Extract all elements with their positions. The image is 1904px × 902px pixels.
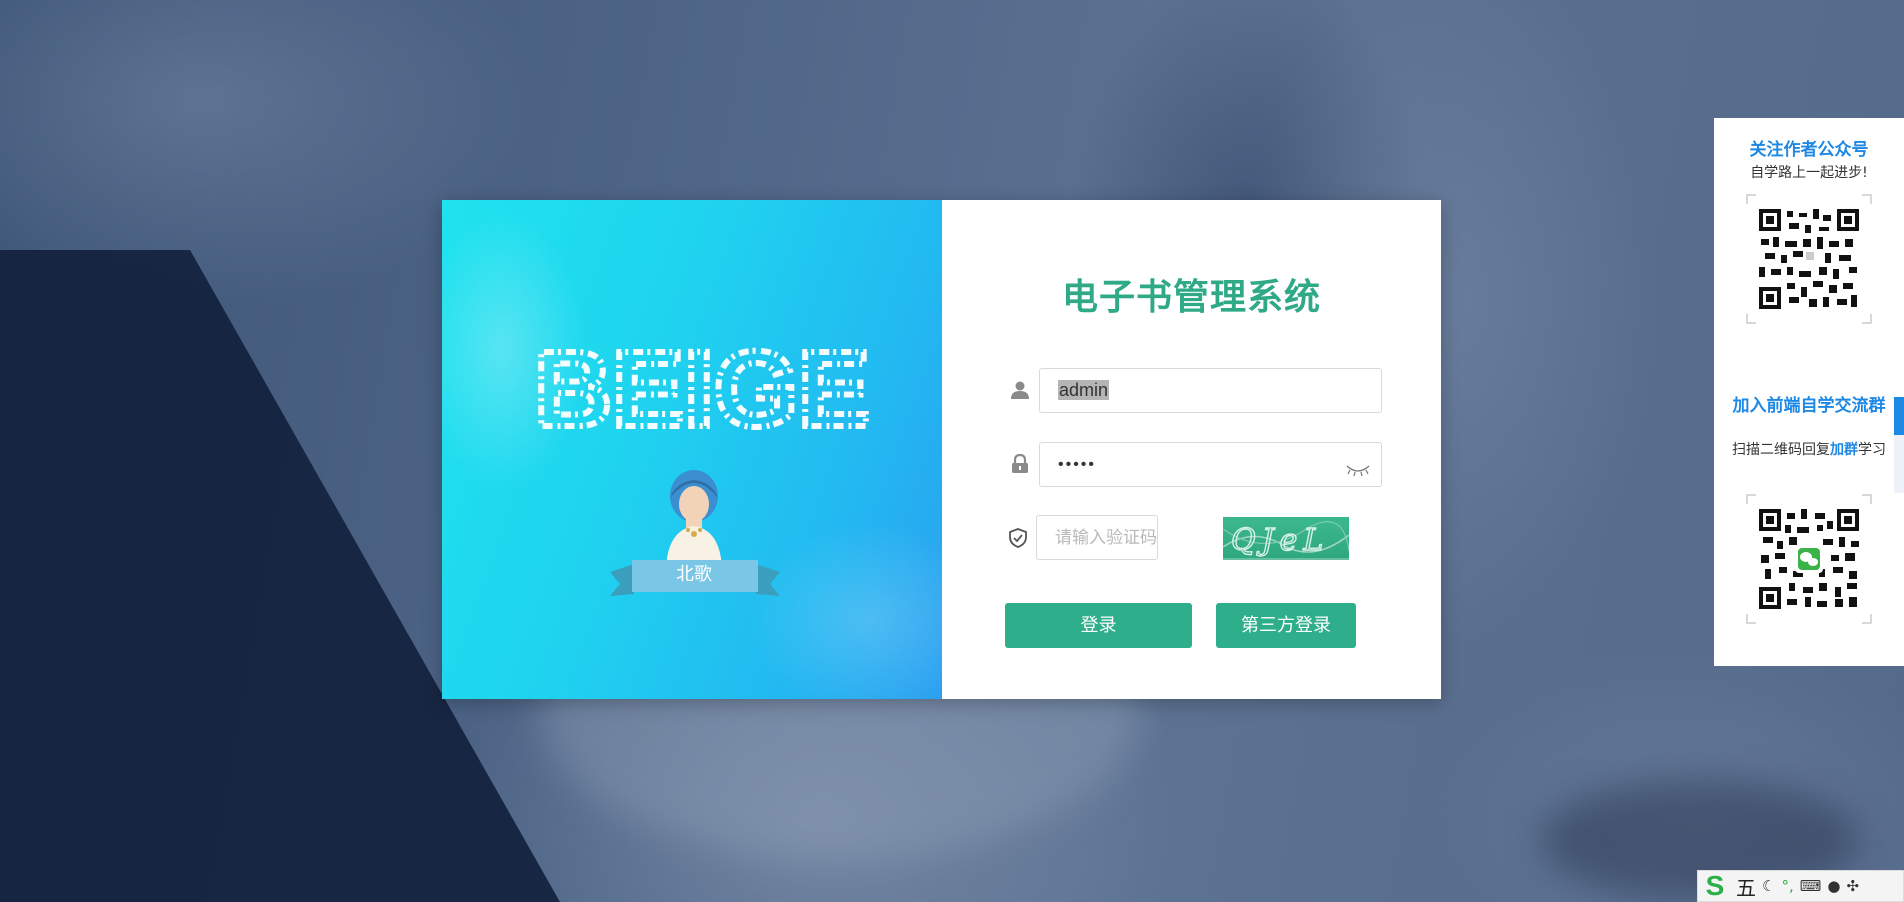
captcha-drawing: QJeL xyxy=(1223,521,1349,560)
sogou-s-icon[interactable]: S xyxy=(1700,871,1730,901)
eye-closed-icon[interactable] xyxy=(1346,464,1370,476)
username-value: admin xyxy=(1058,380,1110,400)
join-group-keyword: 加群 xyxy=(1830,442,1858,458)
side-tab[interactable] xyxy=(1894,397,1904,435)
ime-toolbar: S 五 ☾ °, ⌨ ● ✣ xyxy=(1697,870,1904,902)
user-icon xyxy=(1011,381,1029,399)
captcha-input[interactable]: 请输入验证码 xyxy=(1036,515,1158,560)
moon-icon[interactable]: ☾ xyxy=(1762,877,1775,895)
login-banner: BEIGE 北歌 xyxy=(442,200,942,699)
svg-text:BEIGE: BEIGE xyxy=(534,328,870,448)
password-input[interactable]: ••••• xyxy=(1039,442,1382,487)
third-party-login-button[interactable]: 第三方登录 xyxy=(1216,603,1356,648)
qr-code-2[interactable] xyxy=(1746,494,1872,624)
keyboard-icon[interactable]: ⌨ xyxy=(1800,877,1822,895)
qr-code-icon xyxy=(1746,194,1872,324)
grid-icon[interactable]: ✣ xyxy=(1846,877,1859,895)
ribbon-label: 北歌 xyxy=(676,564,712,585)
side-section2-subtitle-suffix: 学习 xyxy=(1858,442,1886,458)
lock-icon xyxy=(1012,454,1028,473)
user-icon[interactable]: ● xyxy=(1827,877,1840,895)
side-panel: 关注作者公众号 自学路上一起进步! 加入前端自学交流群 扫描二维码回复加群学习 xyxy=(1714,118,1904,666)
username-input[interactable]: admin xyxy=(1039,368,1382,413)
page-title: 电子书管理系统 xyxy=(1061,277,1321,318)
side-section1-subtitle: 自学路上一起进步! xyxy=(1750,165,1868,181)
qr-code-icon xyxy=(1746,494,1872,624)
login-button[interactable]: 登录 xyxy=(1005,603,1192,648)
shield-icon xyxy=(1009,528,1027,548)
side-tab-lower xyxy=(1894,435,1904,493)
captcha-image[interactable]: QJeL xyxy=(1223,517,1349,560)
side-section2-subtitle-prefix: 扫描二维码回复 xyxy=(1732,442,1830,458)
beige-logo: BEIGE xyxy=(532,328,872,448)
side-section1-title: 关注作者公众号 xyxy=(1749,140,1869,160)
side-section2-title: 加入前端自学交流群 xyxy=(1732,396,1886,416)
login-form: 电子书管理系统 admin ••••• 请输入验证码 QJeL 登录 第三方登录 xyxy=(942,200,1441,699)
punctuation-icon[interactable]: °, xyxy=(1781,877,1793,895)
captcha-text: QJeL xyxy=(1231,523,1329,558)
login-card: BEIGE 北歌 电子书管理系统 admin ••••• 请输入验证码 QJeL… xyxy=(442,200,1441,699)
avatar xyxy=(666,470,722,568)
side-section2-subtitle: 扫描二维码回复加群学习 xyxy=(1728,439,1890,461)
ime-mode-label[interactable]: 五 xyxy=(1736,872,1756,901)
qr-code-1[interactable] xyxy=(1746,194,1872,324)
